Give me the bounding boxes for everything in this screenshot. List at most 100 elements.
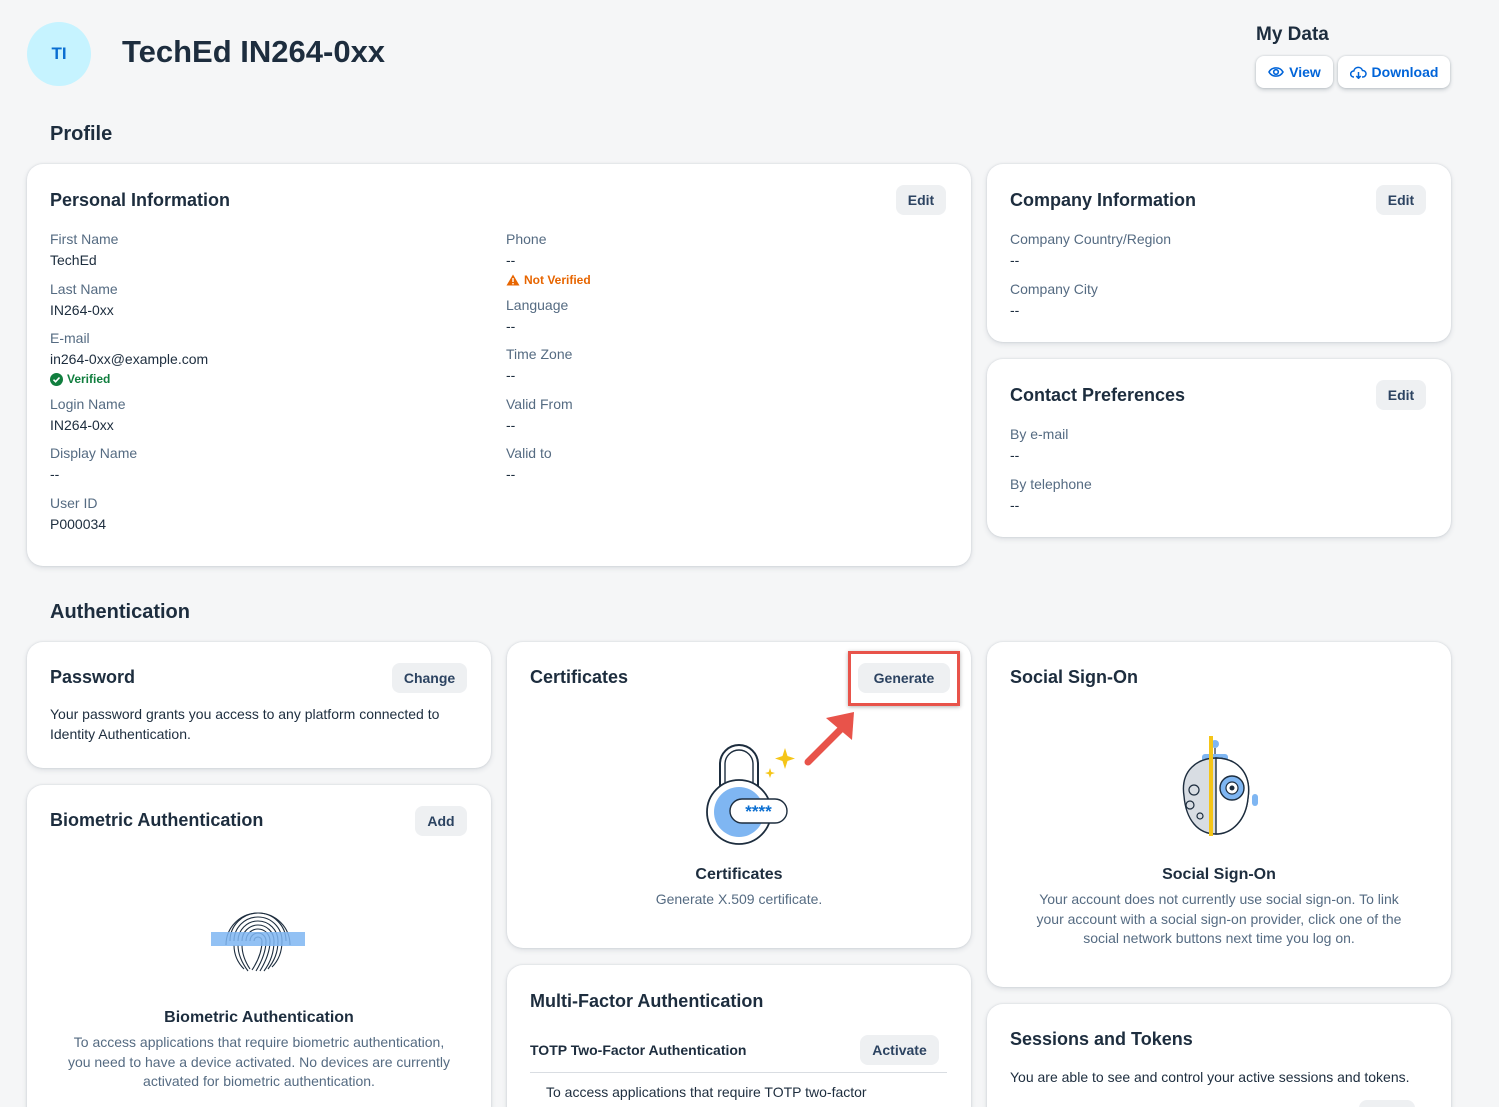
change-password-button[interactable]: Change [392,663,467,693]
fingerprint-icon [211,912,305,972]
phone-not-verified-status: Not Verified [506,273,591,287]
download-button[interactable]: Download [1338,56,1450,88]
my-data-title: My Data [1256,24,1329,45]
field-label: By telephone [1010,476,1092,492]
field-label: Last Name [50,281,118,297]
mfa-title: Multi-Factor Authentication [530,991,764,1011]
mfa-description: To access applications that require TOTP… [546,1084,867,1100]
field-label: By e-mail [1010,426,1069,442]
field-label: Phone [506,231,547,247]
contact-preferences-card: Contact Preferences Edit By e-mail -- By… [987,359,1451,537]
field-value: IN264-0xx [50,417,114,433]
sessions-description: You are able to see and control your act… [1010,1069,1410,1085]
activate-totp-button[interactable]: Activate [860,1035,939,1065]
field-by-telephone: By telephone -- [1010,476,1092,513]
field-label: Display Name [50,445,138,461]
field-label: Login Name [50,396,126,412]
personal-information-card: Personal Information Edit First Name Tec… [27,164,971,566]
generate-highlight-box [848,651,960,706]
biometric-title: Biometric Authentication [50,810,264,830]
field-time-zone: Time Zone -- [506,346,572,383]
field-value: -- [506,318,516,334]
view-button[interactable]: View [1256,56,1333,88]
field-label: User ID [50,495,98,511]
field-label: Time Zone [506,346,573,362]
robot-icon [1182,736,1258,836]
field-first-name: First Name TechEd [50,231,118,268]
password-title: Password [50,667,136,687]
certificates-description: Generate X.509 certificate. [655,891,823,907]
field-label: Company Country/Region [1010,231,1172,247]
social-sign-on-title: Social Sign-On [1010,667,1139,687]
sessions-tokens-card: Sessions and Tokens You are able to see … [987,1004,1451,1107]
totp-label: TOTP Two-Factor Authentication [530,1042,747,1058]
lock-text: **** [745,802,772,821]
field-label: Company City [1010,281,1098,297]
company-information-title: Company Information [1010,190,1197,210]
field-company-city: Company City -- [1010,281,1098,318]
status-text: Verified [67,372,111,386]
password-description: Your password grants you access to any p… [50,706,440,742]
field-user-id: User ID P000034 [50,495,106,532]
field-value: in264-0xx@example.com [50,351,209,367]
field-label: Language [506,297,569,313]
download-label: Download [1371,64,1439,80]
personal-information-title: Personal Information [50,190,231,210]
field-value: -- [1010,447,1020,463]
field-value: -- [50,466,60,482]
cloud-download-icon [1349,66,1367,79]
annotation-arrow-icon [804,712,854,766]
field-label: First Name [50,231,119,247]
field-value: -- [506,367,516,383]
sessions-action-button[interactable] [1359,1100,1415,1107]
authentication-section-title: Authentication [50,601,190,623]
biometric-card: Biometric Authentication Add Biometric A… [27,785,491,1107]
edit-company-button[interactable]: Edit [1376,185,1426,215]
check-circle-icon [50,372,63,386]
edit-contact-button[interactable]: Edit [1376,380,1426,410]
password-card: Password Change Your password grants you… [27,642,491,768]
biometric-illustration-title: Biometric Authentication [164,1009,354,1026]
divider [530,1072,947,1073]
social-description: Your account does not currently use soci… [1036,891,1402,946]
field-label: Valid to [506,445,552,461]
status-text: Not Verified [524,273,591,287]
field-valid-to: Valid to -- [506,445,552,482]
field-value: -- [506,466,516,482]
field-display-name: Display Name -- [50,445,137,482]
field-language: Language -- [506,297,568,334]
field-last-name: Last Name IN264-0xx [50,281,118,318]
field-value: IN264-0xx [50,302,114,318]
field-value: -- [1010,252,1020,268]
sparkle-icon [765,748,795,778]
field-login-name: Login Name IN264-0xx [50,396,126,433]
field-valid-from: Valid From -- [506,396,573,433]
field-label: E-mail [50,330,90,346]
field-value: -- [1010,497,1020,513]
biometric-description: To access applications that require biom… [67,1034,451,1089]
field-phone: Phone -- Not Verified [506,231,591,287]
field-value: -- [1010,302,1020,318]
contact-preferences-title: Contact Preferences [1010,385,1186,405]
add-biometric-button[interactable]: Add [415,806,467,836]
email-verified-status: Verified [50,372,208,386]
field-by-email: By e-mail -- [1010,426,1068,463]
social-illustration-title: Social Sign-On [1162,866,1276,883]
field-label: Valid From [506,396,573,412]
warning-icon [506,274,520,286]
page-title: TechEd IN264-0xx [122,34,386,69]
field-value: -- [506,417,516,433]
field-email: E-mail in264-0xx@example.com Verified [50,330,208,386]
social-sign-on-card: Social Sign-On Social Sign-On Your accou… [987,642,1451,987]
view-label: View [1289,64,1321,80]
mfa-card: Multi-Factor Authentication TOTP Two-Fac… [507,965,971,1107]
sessions-tokens-title: Sessions and Tokens [1010,1029,1193,1049]
field-value: -- [506,252,516,268]
profile-section-title: Profile [50,123,113,145]
edit-personal-button[interactable]: Edit [896,185,946,215]
eye-icon [1268,67,1285,77]
company-information-card: Company Information Edit Company Country… [987,164,1451,342]
field-value: TechEd [50,252,97,268]
field-company-country: Company Country/Region -- [1010,231,1171,268]
avatar[interactable]: TI [27,22,91,86]
